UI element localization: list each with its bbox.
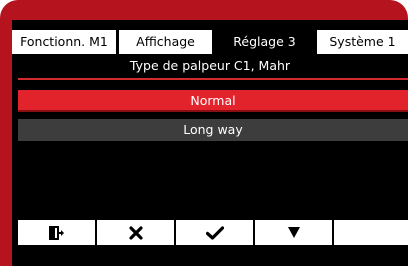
softkey-bar bbox=[18, 220, 408, 245]
cancel-softkey[interactable] bbox=[97, 220, 174, 245]
tab-systeme[interactable]: Système 1 bbox=[317, 30, 408, 54]
display-screen: Fonctionn. M1 Affichage Réglage 3 Systèm… bbox=[12, 20, 408, 266]
tab-reglage[interactable]: Réglage 3 bbox=[215, 30, 314, 54]
cancel-x-icon bbox=[128, 225, 143, 240]
down-triangle-icon bbox=[287, 227, 300, 238]
menu-title: Type de palpeur C1, Mahr bbox=[129, 58, 291, 73]
exit-icon bbox=[48, 225, 64, 240]
tab-bar: Fonctionn. M1 Affichage Réglage 3 Systèm… bbox=[12, 30, 408, 54]
option-normal[interactable]: Normal bbox=[18, 90, 408, 112]
title-divider bbox=[18, 78, 408, 80]
option-long-way[interactable]: Long way bbox=[18, 119, 408, 141]
tab-affichage[interactable]: Affichage bbox=[119, 30, 212, 54]
down-softkey[interactable] bbox=[255, 220, 332, 245]
confirm-softkey[interactable] bbox=[176, 220, 253, 245]
tab-fonctionnement[interactable]: Fonctionn. M1 bbox=[12, 30, 116, 54]
empty-softkey[interactable] bbox=[334, 220, 408, 245]
checkmark-icon bbox=[205, 225, 224, 240]
exit-softkey[interactable] bbox=[18, 220, 95, 245]
